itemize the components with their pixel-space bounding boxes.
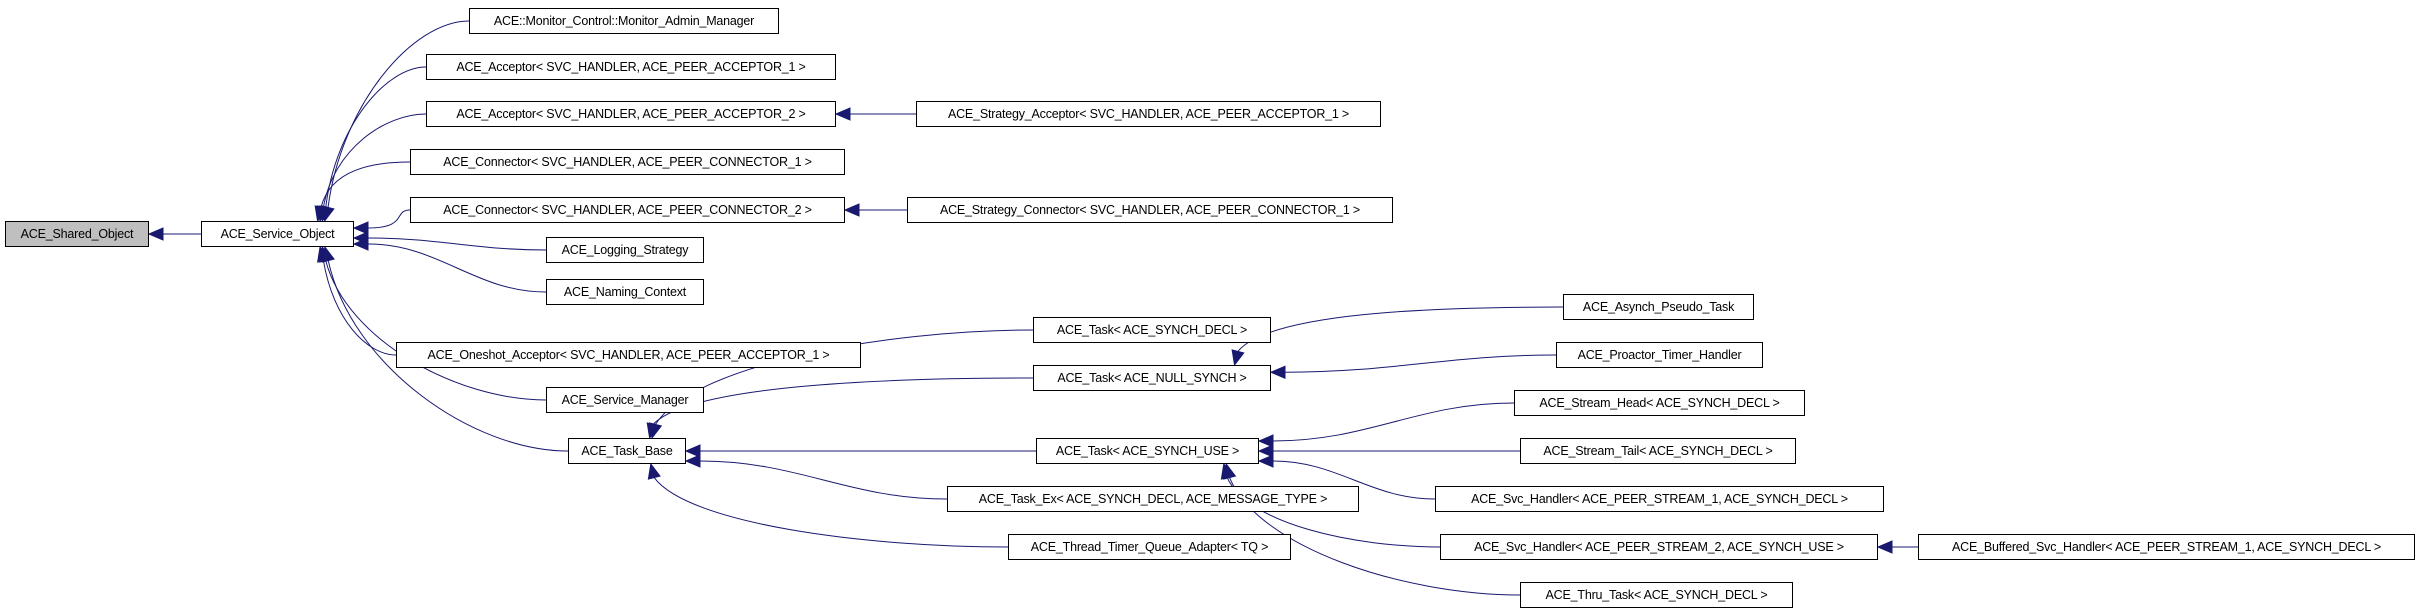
arrowhead-icon xyxy=(684,444,701,458)
class-node-oneshot[interactable]: ACE_Oneshot_Acceptor< SVC_HANDLER, ACE_P… xyxy=(396,342,861,368)
class-node-acc2[interactable]: ACE_Acceptor< SVC_HANDLER, ACE_PEER_ACCE… xyxy=(426,101,836,127)
edge-oneshot-to-service xyxy=(322,260,397,356)
class-node-asynch[interactable]: ACE_Asynch_Pseudo_Task xyxy=(1563,294,1754,320)
arrowhead-icon xyxy=(834,107,851,121)
class-node-ttqa[interactable]: ACE_Thread_Timer_Queue_Adapter< TQ > xyxy=(1008,534,1291,560)
edge-tasknull-to-taskbase xyxy=(652,377,1034,425)
edge-shead-to-taskuse xyxy=(1272,402,1515,442)
arrowhead-icon xyxy=(647,462,661,480)
edge-con2-to-service xyxy=(367,209,411,229)
class-node-buffered[interactable]: ACE_Buffered_Svc_Handler< ACE_PEER_STREA… xyxy=(1918,534,2415,560)
class-node-svch2[interactable]: ACE_Svc_Handler< ACE_PEER_STREAM_2, ACE_… xyxy=(1440,534,1878,560)
inheritance-edges xyxy=(147,20,1918,596)
class-node-stail[interactable]: ACE_Stream_Tail< ACE_SYNCH_DECL > xyxy=(1520,438,1796,464)
class-node-strcon[interactable]: ACE_Strategy_Connector< SVC_HANDLER, ACE… xyxy=(907,197,1393,223)
class-node-shared[interactable]: ACE_Shared_Object xyxy=(5,221,149,247)
arrowhead-icon xyxy=(1876,540,1893,554)
class-node-naming[interactable]: ACE_Naming_Context xyxy=(546,279,704,305)
arrowhead-icon xyxy=(1257,454,1274,468)
edge-taskex-to-taskbase xyxy=(699,460,948,500)
class-node-monitor[interactable]: ACE::Monitor_Control::Monitor_Admin_Mana… xyxy=(469,8,779,34)
arrowhead-icon xyxy=(321,245,335,263)
arrowhead-icon xyxy=(1223,462,1237,480)
edge-asynch-to-tasknull xyxy=(1237,306,1564,352)
class-node-tasknull[interactable]: ACE_Task< ACE_NULL_SYNCH > xyxy=(1033,365,1271,391)
arrowhead-icon xyxy=(843,203,860,217)
edge-proactor-to-tasknull xyxy=(1284,354,1557,373)
class-node-logging[interactable]: ACE_Logging_Strategy xyxy=(546,237,704,263)
class-node-con1[interactable]: ACE_Connector< SVC_HANDLER, ACE_PEER_CON… xyxy=(410,149,845,175)
class-node-taskuse[interactable]: ACE_Task< ACE_SYNCH_USE > xyxy=(1036,438,1259,464)
class-node-stracc[interactable]: ACE_Strategy_Acceptor< SVC_HANDLER, ACE_… xyxy=(916,101,1381,127)
arrowhead-icon xyxy=(1231,349,1245,367)
class-node-taskbase[interactable]: ACE_Task_Base xyxy=(568,438,686,464)
class-node-shead[interactable]: ACE_Stream_Head< ACE_SYNCH_DECL > xyxy=(1514,390,1805,416)
class-node-acc1[interactable]: ACE_Acceptor< SVC_HANDLER, ACE_PEER_ACCE… xyxy=(426,54,836,80)
class-node-proactor[interactable]: ACE_Proactor_Timer_Handler xyxy=(1556,342,1763,368)
class-node-taskex[interactable]: ACE_Task_Ex< ACE_SYNCH_DECL, ACE_MESSAGE… xyxy=(947,486,1359,512)
edge-acc1-to-service xyxy=(325,66,427,208)
arrowhead-icon xyxy=(1257,434,1274,448)
class-node-service[interactable]: ACE_Service_Object xyxy=(201,221,354,247)
arrowhead-icon xyxy=(1269,365,1286,380)
edge-con1-to-service xyxy=(320,161,411,208)
arrowhead-icon xyxy=(684,454,701,468)
class-node-svcmgr[interactable]: ACE_Service_Manager xyxy=(546,387,704,413)
arrowhead-icon xyxy=(352,221,369,235)
class-node-thru[interactable]: ACE_Thru_Task< ACE_SYNCH_DECL > xyxy=(1520,582,1793,608)
class-node-taskdecl[interactable]: ACE_Task< ACE_SYNCH_DECL > xyxy=(1033,317,1271,343)
arrowhead-icon xyxy=(147,227,164,241)
edge-naming-to-service xyxy=(367,243,547,293)
arrowhead-icon xyxy=(1257,444,1274,458)
class-node-svch1[interactable]: ACE_Svc_Handler< ACE_PEER_STREAM_1, ACE_… xyxy=(1435,486,1884,512)
class-node-con2[interactable]: ACE_Connector< SVC_HANDLER, ACE_PEER_CON… xyxy=(410,197,845,223)
edge-logging-to-service xyxy=(367,237,547,251)
